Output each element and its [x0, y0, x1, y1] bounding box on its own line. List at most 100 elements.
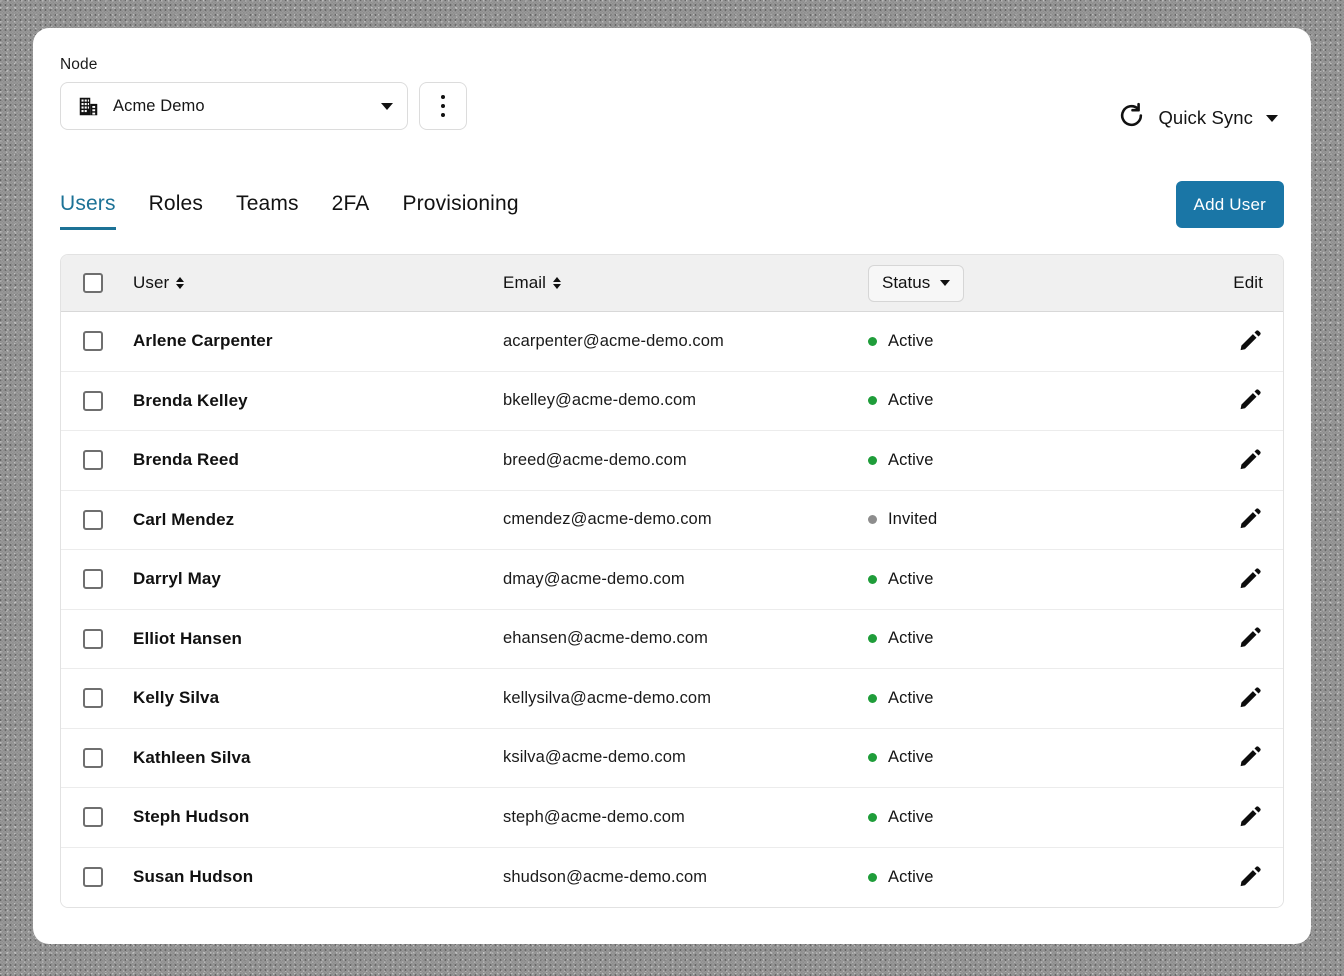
pencil-icon [1238, 328, 1262, 355]
tab-users[interactable]: Users [60, 192, 116, 230]
edit-row-button[interactable] [1237, 745, 1263, 771]
status-label: Active [888, 688, 934, 707]
tab-roles[interactable]: Roles [149, 192, 203, 230]
user-name-cell: Kelly Silva [133, 688, 503, 708]
app-card: Node Acme Demo Quick Sync Users Roles Te… [33, 28, 1311, 944]
tab-provisioning[interactable]: Provisioning [402, 192, 518, 230]
edit-row-button[interactable] [1237, 864, 1263, 890]
header-edit: Edit [1197, 273, 1283, 293]
quick-sync-label: Quick Sync [1158, 107, 1253, 128]
table-row[interactable]: Brenda Reed breed@acme-demo.com Active [61, 431, 1283, 491]
node-more-menu-button[interactable] [419, 82, 467, 130]
sort-icon[interactable] [176, 277, 185, 289]
row-checkbox[interactable] [83, 390, 103, 411]
more-vertical-icon-dot [440, 112, 446, 118]
table-row[interactable]: Darryl May dmay@acme-demo.com Active [61, 550, 1283, 610]
user-name-cell: Darryl May [133, 569, 503, 589]
edit-row-button[interactable] [1237, 566, 1263, 592]
row-checkbox[interactable] [83, 331, 103, 352]
node-selector-group: Node Acme Demo [60, 56, 467, 130]
node-select[interactable]: Acme Demo [60, 82, 408, 130]
user-name-cell: Carl Mendez [133, 510, 503, 530]
quick-sync-button[interactable]: Quick Sync [1118, 102, 1278, 134]
pencil-icon [1238, 387, 1262, 414]
user-name-cell: Kathleen Silva [133, 748, 503, 768]
status-dot-icon [868, 396, 877, 406]
table-row[interactable]: Arlene Carpenter acarpenter@acme-demo.com… [61, 312, 1283, 372]
status-filter-dropdown[interactable]: Status [868, 264, 965, 302]
pencil-icon [1238, 744, 1262, 771]
row-edit-cell [1197, 566, 1283, 592]
tab-teams[interactable]: Teams [236, 192, 299, 230]
pencil-icon [1238, 685, 1262, 712]
edit-row-button[interactable] [1237, 685, 1263, 711]
row-checkbox[interactable] [83, 747, 103, 768]
row-edit-cell [1197, 388, 1283, 414]
more-vertical-icon-dot [440, 94, 446, 100]
table-row[interactable]: Susan Hudson shudson@acme-demo.com Active [61, 847, 1283, 907]
user-name: Susan Hudson [133, 867, 254, 887]
edit-row-button[interactable] [1237, 804, 1263, 830]
row-checkbox[interactable] [83, 867, 103, 888]
table-row[interactable]: Kathleen Silva ksilva@acme-demo.com Active [61, 728, 1283, 788]
header-email[interactable]: Email [503, 273, 868, 293]
user-email: bkelley@acme-demo.com [503, 391, 697, 410]
row-checkbox[interactable] [83, 509, 103, 530]
row-edit-cell [1197, 685, 1283, 711]
table-row[interactable]: Steph Hudson steph@acme-demo.com Active [61, 788, 1283, 848]
row-checkbox[interactable] [83, 807, 103, 828]
status-label: Active [888, 569, 934, 588]
sort-icon[interactable] [553, 277, 562, 289]
user-status-cell: Active [868, 808, 1197, 827]
status-label: Active [888, 450, 934, 469]
user-email: steph@acme-demo.com [503, 807, 685, 826]
edit-row-button[interactable] [1237, 626, 1263, 652]
user-email-cell: breed@acme-demo.com [503, 451, 868, 470]
select-all-checkbox[interactable] [83, 273, 103, 293]
pencil-icon [1238, 804, 1262, 831]
table-row[interactable]: Kelly Silva kellysilva@acme-demo.com Activ… [61, 669, 1283, 729]
status-label: Active [888, 331, 934, 350]
status-dot-icon [868, 872, 877, 882]
user-name-cell: Brenda Reed [133, 450, 503, 470]
row-edit-cell [1197, 447, 1283, 473]
row-checkbox[interactable] [83, 450, 103, 471]
table-row[interactable]: Carl Mendez cmendez@acme-demo.com Invited [61, 490, 1283, 550]
tab-2fa[interactable]: 2FA [332, 192, 370, 230]
row-select-cell [83, 747, 133, 768]
status-dot-icon [868, 693, 877, 703]
edit-row-button[interactable] [1237, 388, 1263, 414]
user-status-cell: Invited [868, 510, 1197, 529]
user-email-cell: shudson@acme-demo.com [503, 868, 868, 887]
user-status-cell: Active [868, 629, 1197, 648]
user-name: Darryl May [133, 569, 221, 589]
row-checkbox[interactable] [83, 628, 103, 649]
user-email-cell: kellysilva@acme-demo.com [503, 689, 868, 708]
toolbar: Node Acme Demo Quick Sync [60, 56, 1284, 134]
row-checkbox[interactable] [83, 569, 103, 590]
user-email: dmay@acme-demo.com [503, 569, 685, 588]
status-label: Active [888, 748, 934, 767]
pencil-icon [1238, 864, 1262, 891]
user-status-cell: Active [868, 689, 1197, 708]
row-select-cell [83, 807, 133, 828]
user-email: ksilva@acme-demo.com [503, 748, 686, 767]
edit-row-button[interactable] [1237, 507, 1263, 533]
row-edit-cell [1197, 864, 1283, 890]
user-name-cell: Arlene Carpenter [133, 331, 503, 351]
add-user-button[interactable]: Add User [1175, 181, 1284, 228]
header-email-label: Email [503, 273, 547, 292]
table-row[interactable]: Brenda Kelley bkelley@acme-demo.com Active [61, 371, 1283, 431]
more-vertical-icon-dot [440, 103, 446, 109]
refresh-icon [1118, 102, 1145, 134]
status-label: Invited [888, 510, 938, 529]
user-name: Steph Hudson [133, 807, 250, 827]
table-row[interactable]: Elliot Hansen ehansen@acme-demo.com Active [61, 609, 1283, 669]
row-checkbox[interactable] [83, 688, 103, 709]
tab-bar: Users Roles Teams 2FA Provisioning Add U… [60, 181, 1284, 230]
edit-row-button[interactable] [1237, 328, 1263, 354]
edit-row-button[interactable] [1237, 447, 1263, 473]
row-select-cell [83, 509, 133, 530]
row-select-cell [83, 390, 133, 411]
header-user[interactable]: User [133, 273, 503, 293]
